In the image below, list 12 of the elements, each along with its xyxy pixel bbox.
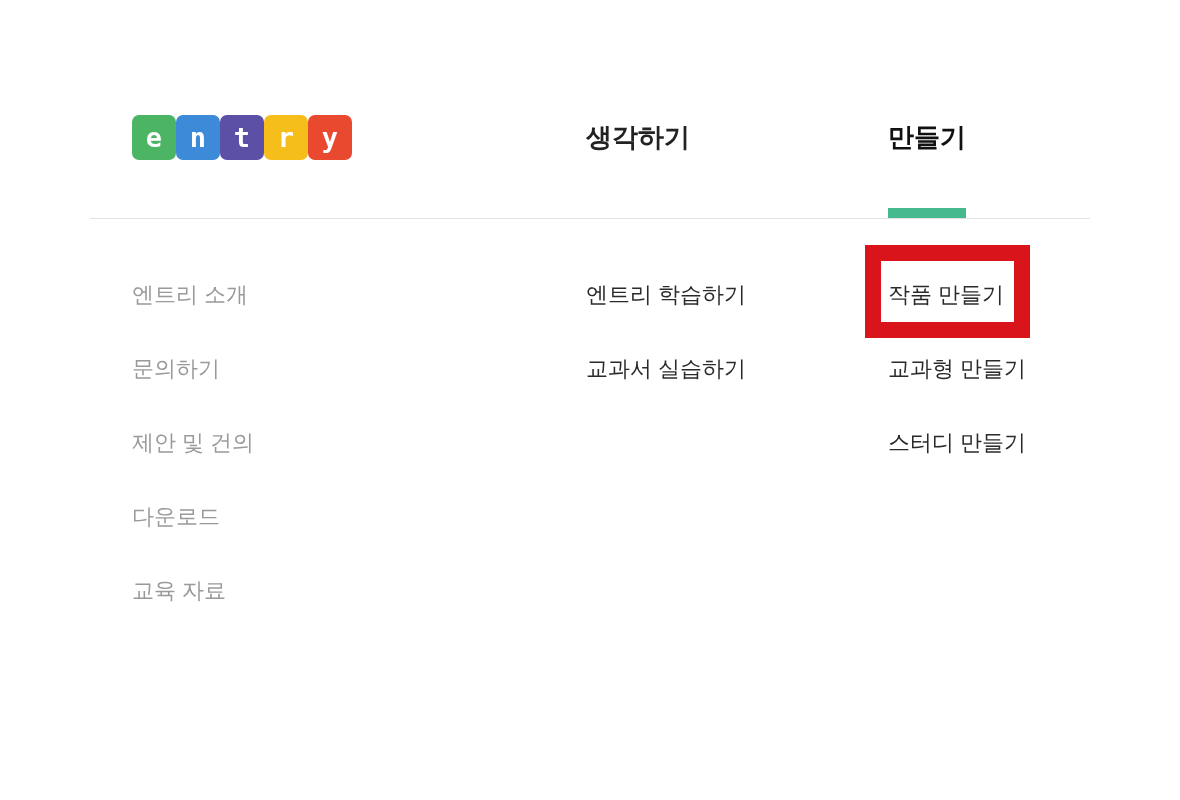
logo-letter: e [132, 115, 176, 160]
logo-letter: n [176, 115, 220, 160]
nav-tab[interactable]: 생각하기 [586, 120, 690, 154]
menu-link[interactable]: 스터디 만들기 [888, 428, 1027, 458]
logo-letter: y [308, 115, 352, 160]
menu-link[interactable]: 작품 만들기 [888, 280, 1005, 310]
logo-letter: t [220, 115, 264, 160]
nav-tab[interactable]: 만들기 [888, 120, 966, 218]
menu-link[interactable]: 엔트리 학습하기 [586, 280, 747, 310]
logo-letter: r [264, 115, 308, 160]
menu-link[interactable]: 교과형 만들기 [888, 354, 1027, 384]
menu-link[interactable]: 교과서 실습하기 [586, 354, 747, 384]
